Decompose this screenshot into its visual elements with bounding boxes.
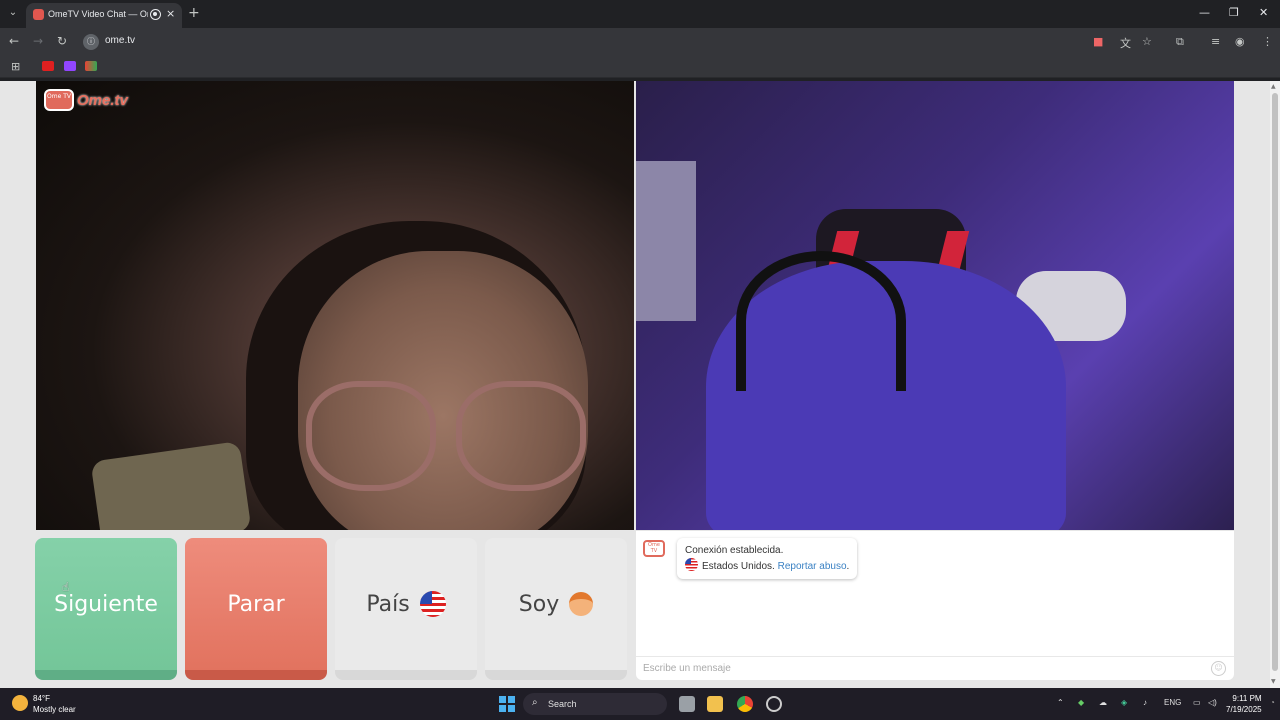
us-flag-icon: [419, 591, 446, 617]
tray-overflow-chevron-icon[interactable]: ⌃: [1057, 698, 1064, 707]
ometv-chat-logo-icon: Ome TV: [643, 540, 665, 557]
connection-status-text: Conexión establecida.: [685, 545, 784, 556]
tab-close-icon[interactable]: ×: [166, 7, 175, 20]
search-label: Search: [548, 699, 577, 709]
bookmark-star-icon[interactable]: ☆: [1142, 35, 1152, 48]
scrollbar-thumb[interactable]: [1272, 93, 1278, 671]
translate-icon[interactable]: 文: [1120, 35, 1131, 51]
message-input-placeholder: Escribe un mensaje: [643, 663, 731, 674]
network-icon[interactable]: ▭: [1193, 698, 1201, 707]
chat-panel: Ome TV Conexión establecida. Estados Uni…: [636, 531, 1234, 680]
gender-button-label: Soy: [518, 591, 560, 617]
input-language[interactable]: ENG: [1164, 698, 1181, 707]
stop-button[interactable]: Parar: [185, 538, 327, 680]
hand-cursor-icon: ☝: [62, 580, 70, 594]
glasses-right-lens: [456, 381, 586, 491]
shoe-shelf: [636, 161, 696, 321]
background-pillow: [90, 440, 252, 530]
scroll-up-arrow-icon[interactable]: ▲: [1271, 83, 1276, 90]
next-button[interactable]: Siguiente: [35, 538, 177, 680]
app-icon[interactable]: [766, 696, 782, 712]
ometv-logo-text: Ome.tv: [77, 91, 128, 109]
emoji-smiley-icon[interactable]: ☺: [1211, 661, 1226, 676]
search-icon: ⌕: [532, 697, 538, 708]
ometv-page: Ome TV Ome.tv Siguiente Parar País Soy O…: [0, 81, 1270, 688]
weather-widget[interactable]: 84°F Mostly clear: [33, 693, 76, 715]
site-info-icon[interactable]: ⓘ: [83, 34, 99, 50]
report-suffix: .: [846, 561, 850, 572]
weather-moon-icon[interactable]: [12, 695, 28, 711]
scroll-down-arrow-icon[interactable]: ▼: [1271, 678, 1276, 685]
extensions-icon[interactable]: ⧉: [1176, 35, 1184, 49]
onedrive-icon[interactable]: ☁: [1099, 698, 1107, 707]
next-button-label: Siguiente: [54, 591, 158, 617]
taskbar-search[interactable]: ⌕ Search: [523, 693, 667, 715]
weather-condition: Mostly clear: [33, 705, 76, 714]
new-tab-button[interactable]: +: [188, 5, 200, 21]
message-input[interactable]: Escribe un mensaje ☺: [636, 656, 1234, 680]
camera-in-use-icon[interactable]: ■: [1093, 35, 1103, 48]
stranger-video: Ome TV Ome.tv: [36, 81, 634, 530]
ometv-favicon-icon: [33, 9, 44, 20]
twitch-bookmark-icon[interactable]: [64, 61, 76, 71]
country-button[interactable]: País: [335, 538, 477, 680]
ometv-logo-tv-icon: Ome TV: [44, 89, 74, 111]
gender-button[interactable]: Soy: [485, 538, 627, 680]
headphones: [736, 251, 906, 391]
us-flag-small-icon: [685, 558, 698, 571]
address-bar[interactable]: ⓘ ome.tv: [80, 31, 1190, 53]
windows-taskbar: 84°F Mostly clear ⌕ Search ⌃ ◆ ☁ ◈ ♪ ENG…: [0, 688, 1280, 720]
tab-search-chevron-icon[interactable]: ⌄: [5, 5, 21, 21]
country-name-text: Estados Unidos.: [702, 561, 775, 572]
media-control-icon[interactable]: ≡: [1211, 35, 1220, 48]
system-message: Conexión establecida. Estados Unidos. Re…: [677, 538, 858, 579]
temperature: 84°F: [33, 694, 50, 703]
file-explorer-icon[interactable]: [707, 696, 723, 712]
browser-toolbar: ← → ↻ ⓘ ome.tv ■ 文 ☆ ⧉ ≡ ◉ ⋮: [0, 28, 1280, 56]
ometv-logo[interactable]: Ome TV Ome.tv: [44, 89, 128, 111]
url-text: ome.tv: [105, 35, 136, 46]
tray-app-icon[interactable]: ◆: [1078, 698, 1084, 707]
tray-security-icon[interactable]: ◈: [1121, 698, 1127, 707]
page-scrollbar[interactable]: ▲ ▼: [1270, 81, 1280, 688]
clock-time: 9:11 PM: [1232, 694, 1262, 703]
restore-icon[interactable]: ❐: [1229, 6, 1239, 19]
self-video: [636, 81, 1234, 530]
gmail-bookmark-icon[interactable]: [85, 61, 97, 71]
notification-bell-icon[interactable]: ◔: [1270, 698, 1275, 707]
browser-tab-bar: ⌄ OmeTV Video Chat — Ome × + — ❐ ✕: [0, 0, 1280, 28]
window-close-icon[interactable]: ✕: [1259, 6, 1268, 19]
minimize-icon[interactable]: —: [1199, 6, 1210, 19]
forward-arrow-icon[interactable]: →: [33, 34, 43, 48]
menu-kebab-icon[interactable]: ⋮: [1262, 35, 1273, 48]
apps-grid-icon[interactable]: ⊞: [11, 60, 20, 73]
microphone-icon[interactable]: ♪: [1143, 698, 1147, 707]
youtube-bookmark-icon[interactable]: [42, 61, 54, 71]
report-abuse-link[interactable]: Reportar abuso: [778, 561, 847, 572]
country-button-label: País: [366, 591, 410, 617]
clock-date: 7/19/2025: [1226, 705, 1262, 714]
windows-start-icon[interactable]: [499, 696, 515, 712]
stop-button-label: Parar: [227, 591, 285, 617]
system-clock[interactable]: 9:11 PM 7/19/2025: [1226, 693, 1262, 715]
browser-tab-active[interactable]: OmeTV Video Chat — Ome ×: [26, 3, 182, 28]
back-arrow-icon[interactable]: ←: [9, 34, 19, 48]
volume-icon[interactable]: ◁): [1208, 698, 1217, 707]
profile-avatar-icon[interactable]: ◉: [1235, 35, 1245, 48]
chrome-icon[interactable]: [737, 696, 753, 712]
reload-icon[interactable]: ↻: [57, 34, 67, 48]
bookmarks-bar: ⊞: [0, 56, 1280, 78]
task-view-icon[interactable]: [679, 696, 695, 712]
male-avatar-icon: [569, 592, 594, 616]
recording-indicator-icon: [150, 9, 161, 20]
glasses-left-lens: [306, 381, 436, 491]
tab-title: OmeTV Video Chat — Ome: [48, 9, 148, 19]
